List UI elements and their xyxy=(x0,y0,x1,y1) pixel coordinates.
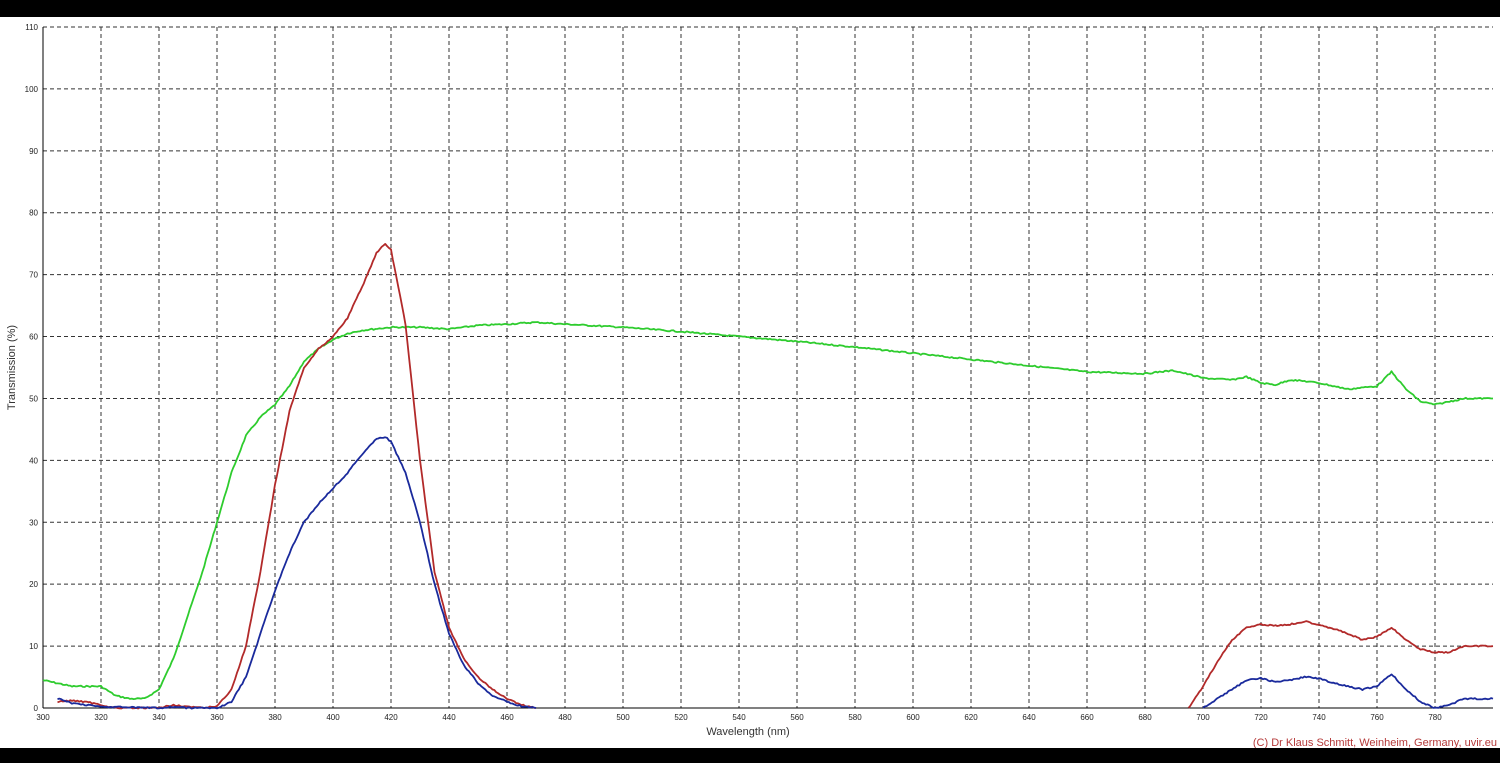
series-line-3-segment-2 xyxy=(1202,673,1494,709)
x-tick-label: 400 xyxy=(326,713,340,722)
series-line-2-segment-1 xyxy=(57,243,537,710)
x-tick-label: 300 xyxy=(36,713,50,722)
x-tick-label: 380 xyxy=(268,713,282,722)
x-tick-label: 340 xyxy=(152,713,166,722)
y-tick-label: 30 xyxy=(29,518,38,527)
series-line-1 xyxy=(42,321,1493,700)
x-tick-label: 360 xyxy=(210,713,224,722)
y-tick-label: 10 xyxy=(29,642,38,651)
y-tick-label: 80 xyxy=(29,209,38,218)
x-tick-label: 580 xyxy=(848,713,862,722)
x-tick-label: 620 xyxy=(964,713,978,722)
series-lines xyxy=(42,243,1494,710)
y-tick-label: 60 xyxy=(29,333,38,342)
y-tick-label: 100 xyxy=(25,85,39,94)
x-tick-label: 700 xyxy=(1196,713,1210,722)
y-tick-label: 20 xyxy=(29,580,38,589)
x-tick-label: 780 xyxy=(1428,713,1442,722)
x-axis-label: Wavelength (nm) xyxy=(706,726,789,738)
y-tick-label: 40 xyxy=(29,456,38,465)
series-line-2-segment-2 xyxy=(1187,620,1494,709)
x-tick-label: 420 xyxy=(384,713,398,722)
x-tick-label: 660 xyxy=(1080,713,1094,722)
grid-lines xyxy=(43,26,1493,708)
x-tick-labels: 300 320 340 360 380 400 420 440 460 480 500 520 540 5… xyxy=(36,713,1442,722)
x-tick-label: 480 xyxy=(558,713,572,722)
x-tick-label: 460 xyxy=(500,713,514,722)
x-tick-label: 560 xyxy=(790,713,804,722)
y-tick-label: 110 xyxy=(25,23,38,32)
x-tick-label: 600 xyxy=(906,713,920,722)
x-tick-label: 640 xyxy=(1022,713,1036,722)
x-tick-label: 440 xyxy=(442,713,456,722)
plot-panel: 300 320 340 360 380 400 420 440 460 480 500 520 540 5… xyxy=(0,17,1500,748)
y-axis-label: Transmission (%) xyxy=(6,325,18,410)
figure-background: 300 320 340 360 380 400 420 440 460 480 500 520 540 5… xyxy=(0,0,1500,763)
y-tick-labels: 0 10 20 30 40 50 60 70 80 90 100 110 xyxy=(25,23,39,713)
transmission-chart: 300 320 340 360 380 400 420 440 460 480 500 520 540 5… xyxy=(6,23,1497,748)
x-tick-label: 740 xyxy=(1312,713,1326,722)
x-tick-label: 760 xyxy=(1370,713,1384,722)
y-tick-label: 50 xyxy=(29,394,38,403)
x-tick-label: 520 xyxy=(674,713,688,722)
y-tick-label: 0 xyxy=(34,704,39,713)
x-tick-label: 320 xyxy=(94,713,108,722)
y-tick-label: 90 xyxy=(29,147,38,156)
copyright-credit: (C) Dr Klaus Schmitt, Weinheim, Germany,… xyxy=(1253,737,1497,748)
x-tick-label: 540 xyxy=(732,713,746,722)
series-line-3-segment-1 xyxy=(57,436,537,710)
y-tick-label: 70 xyxy=(29,271,38,280)
x-tick-label: 720 xyxy=(1254,713,1268,722)
axes xyxy=(42,27,1493,709)
x-tick-label: 680 xyxy=(1138,713,1152,722)
x-tick-label: 500 xyxy=(616,713,630,722)
